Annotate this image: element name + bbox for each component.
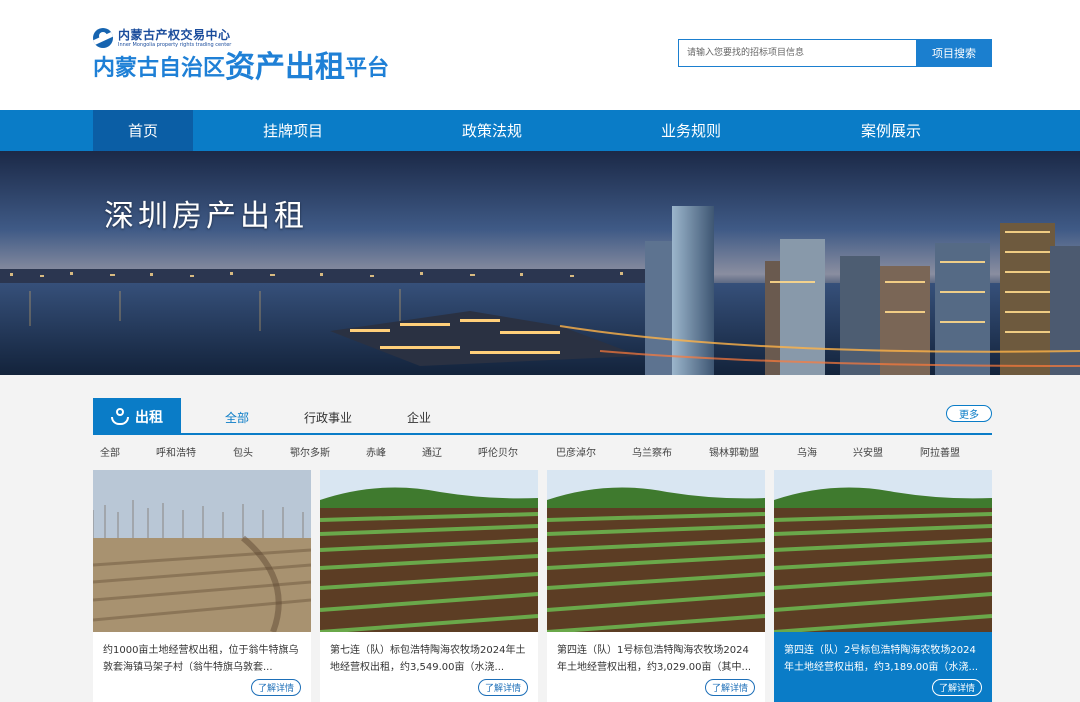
region-tongliao[interactable]: 通辽 [422,444,442,459]
search-input[interactable] [678,39,916,67]
site-title: 内蒙古自治区 资产出租 平台 [93,50,389,84]
filter-administrative[interactable]: 行政事业 [304,409,352,426]
card-title[interactable]: 第四连（队）1号标包浩特陶海农牧场2024年土地经营权出租，约3,029.00亩… [557,642,757,676]
region-hinggan[interactable]: 兴安盟 [853,444,883,459]
listing-section-header: 出租 全部 行政事业 企业 更多 [93,398,992,435]
org-logo[interactable]: 内蒙古产权交易中心 Inner Mongolia property rights… [93,27,231,49]
more-button[interactable]: 更多 [946,405,992,422]
nav-item-business-rules[interactable]: 业务规则 [634,110,748,151]
org-name-en: Inner Mongolia property rights trading c… [118,41,232,48]
card-title[interactable]: 约1000亩土地经营权出租，位于翁牛特旗乌敦套海镇马架子村（翁牛特旗乌敦套... [103,642,303,676]
site-title-main: 资产出租 [225,50,346,85]
details-button[interactable]: 了解详情 [705,679,755,696]
listing-card[interactable]: 第四连（队）2号标包浩特陶海农牧场2024年土地经营权出租，约3,189.00亩… [774,470,992,702]
region-baotou[interactable]: 包头 [233,444,253,459]
nav-item-policies[interactable]: 政策法规 [435,110,549,151]
region-wuhai[interactable]: 乌海 [797,444,817,459]
banner-caption: 深圳房产出租 [104,199,308,234]
dry-field-photo [93,470,311,632]
tab-rent-label: 出租 [135,409,163,426]
site-header: 内蒙古产权交易中心 Inner Mongolia property rights… [0,0,1080,110]
filter-all[interactable]: 全部 [225,409,249,426]
region-filter-bar: 全部 呼和浩特 包头 鄂尔多斯 赤峰 通辽 呼伦贝尔 巴彦淖尔 乌兰察布 锡林郭… [100,444,980,460]
region-ordos[interactable]: 鄂尔多斯 [290,444,330,459]
nav-item-home[interactable]: 首页 [93,110,193,151]
card-title[interactable]: 第四连（队）2号标包浩特陶海农牧场2024年土地经营权出租，约3,189.00亩… [784,642,984,676]
region-bayannur[interactable]: 巴彦淖尔 [556,444,596,459]
filter-enterprise[interactable]: 企业 [407,409,431,426]
hero-banner[interactable]: 深圳房产出租 [0,151,1080,375]
listing-card[interactable]: 第七连（队）标包浩特陶海农牧场2024年土地经营权出租，约3,549.00亩（水… [320,470,538,702]
details-button[interactable]: 了解详情 [478,679,528,696]
region-ulanqab[interactable]: 乌兰察布 [632,444,672,459]
nav-item-cases[interactable]: 案例展示 [834,110,948,151]
card-title[interactable]: 第七连（队）标包浩特陶海农牧场2024年土地经营权出租，约3,549.00亩（水… [330,642,530,676]
city-skyline-image [0,151,1080,375]
org-logo-icon [93,28,113,48]
site-title-region: 内蒙古自治区 [93,56,226,81]
green-field-photo [547,470,765,632]
nav-item-listed-projects[interactable]: 挂牌项目 [236,110,350,151]
region-alxa[interactable]: 阿拉善盟 [920,444,960,459]
org-name-cn: 内蒙古产权交易中心 [118,27,231,42]
region-xilingol[interactable]: 锡林郭勒盟 [709,444,759,459]
region-hohhot[interactable]: 呼和浩特 [156,444,196,459]
search-button[interactable]: 项目搜索 [916,39,992,67]
listing-card[interactable]: 第四连（队）1号标包浩特陶海农牧场2024年土地经营权出租，约3,029.00亩… [547,470,765,702]
details-button[interactable]: 了解详情 [251,679,301,696]
region-hulunbuir[interactable]: 呼伦贝尔 [478,444,518,459]
details-button[interactable]: 了解详情 [932,679,982,696]
search-box: 项目搜索 [678,39,992,67]
listing-cards: 约1000亩土地经营权出租，位于翁牛特旗乌敦套海镇马架子村（翁牛特旗乌敦套...… [93,470,992,702]
hand-coin-icon [111,407,129,426]
region-chifeng[interactable]: 赤峰 [366,444,386,459]
green-field-photo [320,470,538,632]
green-field-photo [774,470,992,632]
listing-card[interactable]: 约1000亩土地经营权出租，位于翁牛特旗乌敦套海镇马架子村（翁牛特旗乌敦套...… [93,470,311,702]
region-all[interactable]: 全部 [100,444,120,459]
tab-rent[interactable]: 出租 [93,398,181,435]
site-title-suffix: 平台 [345,56,390,81]
org-name: 内蒙古产权交易中心 Inner Mongolia property rights… [118,27,232,48]
main-nav: 首页 挂牌项目 政策法规 业务规则 案例展示 [0,110,1080,151]
